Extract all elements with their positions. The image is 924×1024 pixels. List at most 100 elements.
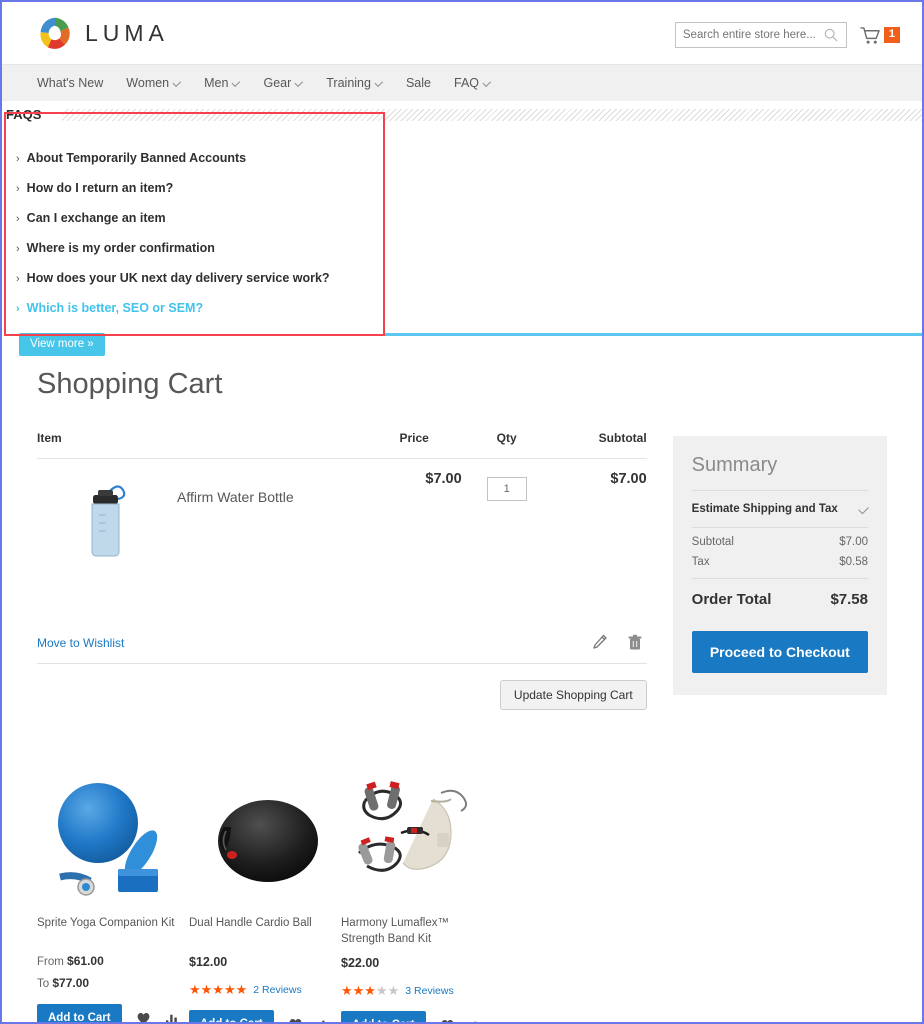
summary-line-label: Subtotal — [691, 536, 734, 548]
compare-bars-icon[interactable] — [165, 1011, 180, 1024]
chevron-right-icon: › — [16, 153, 20, 165]
cart-item-name[interactable]: Affirm Water Bottle — [177, 477, 367, 505]
cardio-ball-image-icon — [217, 800, 318, 882]
qty-input[interactable] — [486, 477, 527, 501]
hatched-divider — [62, 109, 922, 121]
faq-link-exchange-item[interactable]: › Can I exchange an item — [16, 211, 922, 225]
faq-link-banned-accounts[interactable]: › About Temporarily Banned Accounts — [16, 151, 922, 165]
chevron-down-icon — [482, 78, 492, 87]
cart-layout: Item Price Qty Subtotal Affirm Water Bot… — [37, 431, 887, 710]
nav-item-women[interactable]: Women — [126, 76, 182, 90]
compare-bars-icon[interactable] — [317, 1017, 332, 1024]
chevron-right-icon: › — [16, 273, 20, 285]
faq-link-order-confirmation[interactable]: › Where is my order confirmation — [16, 241, 922, 255]
search-box[interactable] — [674, 22, 847, 48]
review-count-link[interactable]: 3 Reviews — [405, 985, 453, 997]
compare-bars-icon[interactable] — [469, 1018, 484, 1024]
product-name[interactable]: Harmony Lumaflex™ Strength Band Kit — [341, 916, 493, 947]
cart-row-actions: Move to Wishlist — [37, 620, 647, 664]
star-rating-icon: ★★★★★ — [189, 982, 248, 997]
row-icon-group — [592, 634, 647, 651]
yoga-kit-image-icon — [57, 783, 158, 896]
move-to-wishlist-link[interactable]: Move to Wishlist — [37, 636, 124, 650]
view-more-button[interactable]: View more » — [19, 333, 105, 356]
product-card-dual-handle-cardio-ball: Dual Handle Cardio Ball $12.00 ★★★★★ 2 R… — [189, 766, 341, 1024]
cart-item-subtotal: $7.00 — [610, 471, 647, 487]
nav-item-training[interactable]: Training — [326, 76, 384, 90]
nav-label: What's New — [37, 76, 104, 90]
resistance-band-kit-image-icon — [357, 781, 467, 872]
cart-item-row: Affirm Water Bottle $7.00 $7.00 — [37, 459, 647, 571]
column-header-item: Item — [37, 431, 367, 459]
product-name[interactable]: Dual Handle Cardio Ball — [189, 916, 341, 946]
nav-item-sale[interactable]: Sale — [406, 76, 431, 90]
product-image-box[interactable] — [189, 766, 341, 916]
cart-table-header-row: Item Price Qty Subtotal — [37, 431, 647, 459]
nav-item-gear[interactable]: Gear — [263, 76, 304, 90]
cart-link[interactable]: 1 — [860, 26, 900, 45]
luma-ring-logo-icon — [40, 17, 70, 49]
nav-item-men[interactable]: Men — [204, 76, 241, 90]
product-rating[interactable]: ★★★★★ 3 Reviews — [341, 984, 493, 997]
add-to-cart-button[interactable]: Add to Cart — [37, 1004, 122, 1022]
pencil-edit-icon[interactable] — [592, 634, 608, 651]
faq-link-return-item[interactable]: › How do I return an item? — [16, 181, 922, 195]
order-summary-panel: Summary Estimate Shipping and Tax Subtot… — [672, 436, 887, 695]
product-rating[interactable]: ★★★★★ 2 Reviews — [189, 983, 341, 996]
update-cart-row: Update Shopping Cart — [37, 680, 647, 710]
faq-list: › About Temporarily Banned Accounts › Ho… — [2, 127, 922, 356]
product-actions: Add to Cart — [189, 1010, 341, 1024]
add-to-cart-button[interactable]: Add to Cart — [189, 1010, 274, 1022]
product-image-box[interactable] — [341, 766, 493, 916]
faq-link-uk-delivery[interactable]: › How does your UK next day delivery ser… — [16, 271, 922, 285]
site-logo[interactable]: LUMA — [37, 15, 169, 51]
order-total-label: Order Total — [691, 591, 772, 608]
cart-item-name-cell: Affirm Water Bottle — [177, 459, 367, 571]
main-navigation: What's New Women Men Gear Training Sale … — [2, 64, 922, 101]
column-header-price: Price — [366, 431, 462, 459]
faq-link-label: Can I exchange an item — [26, 211, 166, 225]
search-icon[interactable] — [824, 28, 838, 42]
faq-link-label: Where is my order confirmation — [26, 241, 215, 255]
heart-icon[interactable] — [440, 1018, 455, 1024]
cart-count-badge: 1 — [883, 27, 900, 43]
product-card-sprite-yoga-companion-kit: Sprite Yoga Companion Kit From $61.00 To… — [37, 766, 189, 1024]
faq-link-label: How do I return an item? — [26, 181, 174, 195]
heart-icon[interactable] — [136, 1011, 151, 1024]
nav-label: Men — [204, 76, 229, 90]
chevron-down-icon — [294, 78, 304, 87]
nav-item-faq[interactable]: FAQ — [454, 76, 492, 90]
product-image-box[interactable] — [37, 766, 189, 916]
chevron-right-icon: › — [16, 243, 20, 255]
summary-line-subtotal: Subtotal $7.00 — [692, 528, 868, 548]
product-name[interactable]: Sprite Yoga Companion Kit — [37, 916, 189, 946]
chevron-right-icon: › — [16, 303, 20, 315]
cart-items-panel: Item Price Qty Subtotal Affirm Water Bot… — [37, 431, 647, 710]
browser-viewport: LUMA 1 What's New — [0, 0, 924, 1024]
header-utilities: 1 — [674, 22, 900, 48]
summary-line-value: $0.58 — [839, 556, 868, 568]
column-header-subtotal: Subtotal — [551, 431, 647, 459]
add-to-cart-button[interactable]: Add to Cart — [341, 1011, 426, 1022]
product-card-harmony-lumaflex-strength-band-kit: Harmony Lumaflex™ Strength Band Kit $22.… — [341, 766, 493, 1024]
chevron-right-icon: › — [16, 213, 20, 225]
search-input[interactable] — [675, 23, 816, 47]
chevron-right-icon: › — [16, 183, 20, 195]
trash-delete-icon[interactable] — [627, 634, 643, 651]
estimate-shipping-and-tax-toggle[interactable]: Estimate Shipping and Tax — [691, 491, 869, 528]
faq-link-seo-or-sem[interactable]: › Which is better, SEO or SEM? — [16, 301, 922, 315]
brand-name: LUMA — [85, 19, 169, 46]
chevron-down-icon — [172, 78, 182, 87]
summary-title: Summary — [691, 454, 868, 491]
chevron-down-icon — [374, 78, 384, 87]
shopping-cart-page: Shopping Cart Item Price Qty Subtotal Af… — [2, 368, 922, 1024]
product-price: $12.00 — [189, 955, 228, 969]
proceed-to-checkout-button[interactable]: Proceed to Checkout — [691, 631, 868, 673]
heart-icon[interactable] — [288, 1017, 303, 1024]
update-shopping-cart-button[interactable]: Update Shopping Cart — [499, 680, 647, 710]
review-count-link[interactable]: 2 Reviews — [253, 984, 301, 996]
summary-line-label: Tax — [691, 556, 710, 568]
price-to-label: To — [37, 978, 50, 990]
nav-item-whats-new[interactable]: What's New — [37, 76, 103, 90]
shopping-cart-icon[interactable] — [860, 26, 881, 45]
